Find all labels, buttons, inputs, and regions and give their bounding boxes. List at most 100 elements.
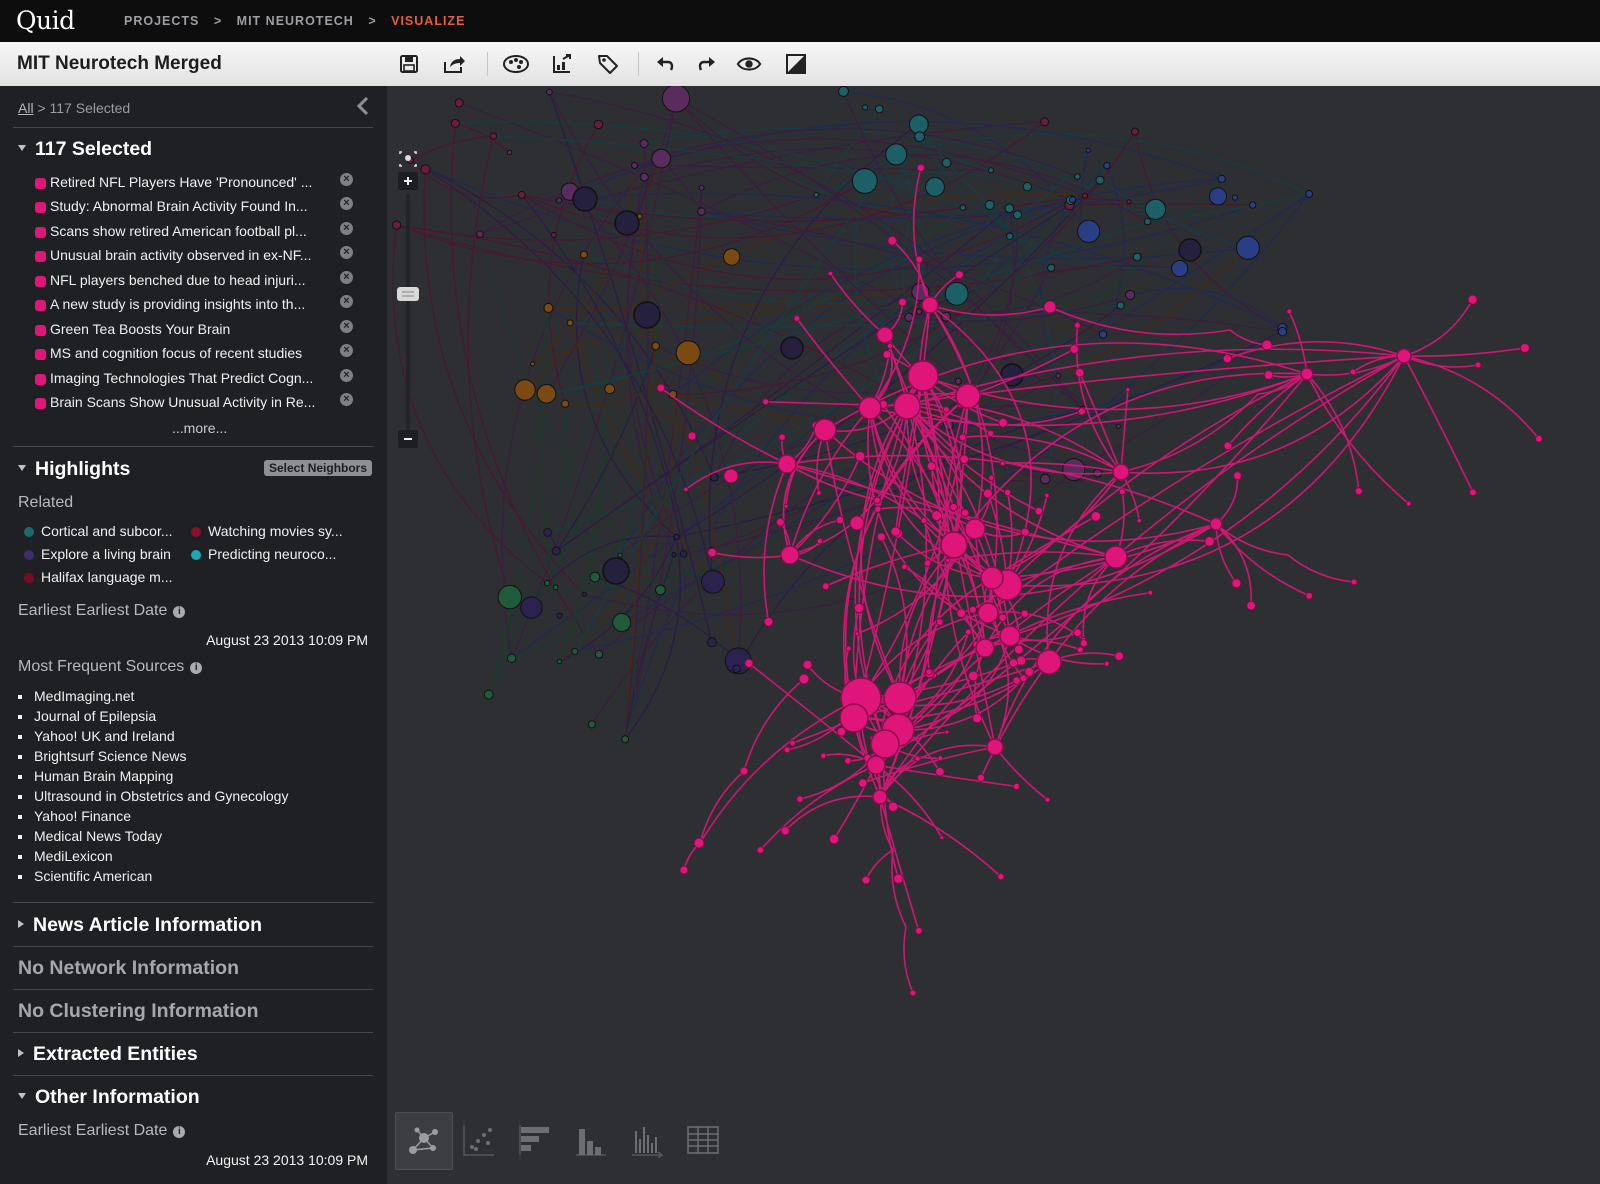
background-node[interactable]: [904, 312, 914, 322]
highlight-node[interactable]: [1354, 487, 1363, 496]
highlight-hub-node[interactable]: [858, 396, 882, 420]
highlight-node[interactable]: [849, 515, 865, 531]
background-node[interactable]: [1115, 423, 1122, 429]
background-node[interactable]: [639, 172, 649, 182]
background-node[interactable]: [988, 167, 994, 174]
highlight-node[interactable]: [901, 563, 908, 571]
highlight-node[interactable]: [882, 350, 892, 359]
highlight-node[interactable]: [920, 517, 928, 524]
highlight-node[interactable]: [886, 342, 894, 350]
background-node[interactable]: [1126, 199, 1132, 205]
background-node[interactable]: [1095, 175, 1105, 185]
background-node[interactable]: [483, 689, 494, 700]
highlight-hub-node[interactable]: [780, 545, 800, 565]
network-canvas[interactable]: [387, 86, 1600, 1184]
highlight-node[interactable]: [1013, 644, 1024, 655]
highlight-node[interactable]: [1090, 511, 1102, 522]
highlight-node[interactable]: [923, 559, 932, 567]
highlight-node[interactable]: [931, 510, 942, 521]
highlight-node[interactable]: [926, 461, 937, 472]
background-node[interactable]: [594, 650, 604, 659]
background-hub-node[interactable]: [780, 336, 804, 360]
highlight-node[interactable]: [1305, 591, 1314, 600]
highlight-hub-node[interactable]: [1209, 517, 1223, 531]
network-graph[interactable]: [387, 86, 1600, 1184]
background-node[interactable]: [701, 569, 725, 594]
highlight-node[interactable]: [679, 865, 689, 875]
background-node[interactable]: [1125, 289, 1136, 301]
highlight-node[interactable]: [998, 417, 1008, 428]
background-node[interactable]: [544, 580, 551, 587]
background-node[interactable]: [604, 383, 616, 395]
related-item[interactable]: Predicting neuroco...: [191, 546, 336, 562]
background-hub-node[interactable]: [572, 186, 598, 212]
highlight-node[interactable]: [1469, 488, 1477, 497]
highlight-node[interactable]: [939, 835, 945, 841]
background-node[interactable]: [655, 584, 666, 596]
background-node[interactable]: [959, 204, 967, 211]
background-node[interactable]: [1022, 182, 1033, 192]
highlight-node[interactable]: [887, 801, 899, 813]
remove-icon[interactable]: ×: [340, 295, 353, 308]
highlight-node[interactable]: [997, 872, 1005, 881]
highlight-node[interactable]: [898, 297, 907, 307]
highlight-node[interactable]: [693, 837, 705, 849]
highlight-node[interactable]: [1074, 321, 1081, 329]
highlight-hub-node[interactable]: [870, 729, 900, 759]
highlight-hub-node[interactable]: [907, 360, 939, 392]
highlight-node[interactable]: [887, 235, 898, 246]
highlight-hub-node[interactable]: [964, 518, 986, 540]
background-hub-node[interactable]: [602, 557, 630, 585]
background-node[interactable]: [675, 340, 701, 366]
highlight-node[interactable]: [775, 517, 785, 527]
background-node[interactable]: [1006, 232, 1014, 241]
selected-item[interactable]: Study: Abnormal Brain Activity Found In.…: [35, 197, 365, 220]
highlight-node[interactable]: [915, 255, 924, 264]
background-node[interactable]: [697, 207, 706, 216]
background-node[interactable]: [621, 735, 630, 744]
background-node[interactable]: [908, 114, 929, 135]
highlight-node[interactable]: [967, 670, 979, 682]
background-hub-node[interactable]: [614, 210, 640, 236]
background-node[interactable]: [1208, 187, 1228, 206]
highlight-node[interactable]: [959, 454, 970, 465]
background-node[interactable]: [1130, 127, 1139, 136]
background-node[interactable]: [651, 341, 661, 351]
remove-icon[interactable]: ×: [340, 393, 353, 406]
highlight-node[interactable]: [1019, 674, 1028, 683]
background-node[interactable]: [530, 361, 536, 367]
highlight-node[interactable]: [783, 503, 789, 509]
highlight-hub-node[interactable]: [940, 531, 968, 559]
background-node[interactable]: [1085, 147, 1091, 153]
highlight-node[interactable]: [1349, 368, 1357, 376]
save-icon[interactable]: [396, 51, 422, 77]
highlight-node[interactable]: [1073, 628, 1082, 637]
background-node[interactable]: [617, 552, 623, 558]
remove-icon[interactable]: ×: [340, 271, 353, 284]
highlight-node[interactable]: [845, 645, 852, 652]
background-node[interactable]: [517, 190, 526, 199]
highlight-hub-node[interactable]: [1300, 367, 1314, 381]
background-node[interactable]: [543, 302, 554, 313]
background-node[interactable]: [450, 118, 460, 128]
highlight-node[interactable]: [925, 668, 933, 676]
highlight-hub-node[interactable]: [777, 454, 797, 474]
breadcrumb-mit-neurotech[interactable]: MIT NEUROTECH: [237, 14, 354, 28]
highlight-node[interactable]: [1079, 639, 1089, 648]
highlight-node[interactable]: [1043, 300, 1057, 314]
highlight-node[interactable]: [1204, 536, 1215, 547]
highlight-node[interactable]: [854, 631, 860, 637]
highlight-node[interactable]: [945, 557, 951, 564]
selected-item[interactable]: Brain Scans Show Unusual Activity in Re.…: [35, 393, 365, 416]
selected-item[interactable]: A new study is providing insights into t…: [35, 295, 365, 318]
highlight-node[interactable]: [802, 659, 813, 670]
highlight-node[interactable]: [1024, 666, 1035, 677]
highlight-node[interactable]: [687, 431, 697, 441]
background-node[interactable]: [506, 149, 513, 156]
selected-section-header[interactable]: 117 Selected: [18, 138, 152, 161]
breadcrumb-visualize[interactable]: VISUALIZE: [391, 14, 465, 28]
highlight-node[interactable]: [821, 582, 830, 591]
background-node[interactable]: [1171, 260, 1189, 278]
background-node[interactable]: [679, 550, 688, 558]
highlight-node[interactable]: [762, 398, 770, 406]
